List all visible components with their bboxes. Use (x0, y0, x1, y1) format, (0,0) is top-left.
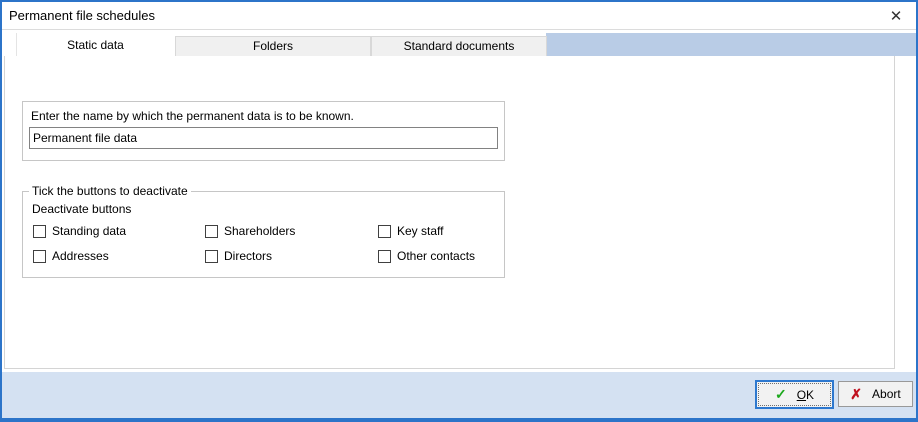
checkbox-directors[interactable]: Directors (205, 249, 272, 263)
permanent-data-name-input[interactable] (29, 127, 498, 149)
checkbox-addresses[interactable]: Addresses (33, 249, 109, 263)
checkbox-label: Shareholders (224, 224, 296, 238)
abort-button[interactable]: ✗ Abort (838, 381, 913, 407)
checkbox-box[interactable] (378, 224, 391, 238)
ok-check-icon: ✓ (774, 386, 787, 402)
checkbox-label: Key staff (397, 224, 444, 238)
checkbox-box[interactable] (33, 224, 46, 238)
tab-bar-filler (546, 33, 916, 56)
abort-x-icon: ✗ (850, 385, 863, 402)
checkbox-label: Directors (224, 249, 273, 263)
checkbox-label: Addresses (52, 249, 109, 263)
window-title: Permanent file schedules (9, 8, 155, 23)
checkbox-box[interactable] (378, 249, 391, 263)
tab-standard-documents[interactable]: Standard documents (371, 36, 547, 56)
checkbox-shareholders[interactable]: Shareholders (205, 224, 295, 238)
checkbox-box[interactable] (33, 249, 46, 263)
tab-static-data[interactable]: Static data (16, 33, 174, 56)
footer-bar: ✓ OK ✗ Abort (2, 372, 916, 418)
deactivate-heading: Deactivate buttons (32, 202, 132, 216)
tab-bar: Static data Folders Standard documents (2, 31, 916, 56)
name-prompt-label: Enter the name by which the permanent da… (31, 109, 354, 123)
tab-panel-static-data: Enter the name by which the permanent da… (4, 56, 895, 369)
deactivate-groupbox-legend: Tick the buttons to deactivate (29, 184, 191, 198)
checkbox-box[interactable] (205, 249, 218, 263)
checkbox-label: Standing data (52, 224, 127, 238)
dialog-window: Permanent file schedules ✕ Static data F… (0, 0, 918, 422)
ok-button-label: OK (796, 387, 815, 402)
deactivate-groupbox: Tick the buttons to deactivate Deactivat… (22, 184, 505, 278)
tab-folders[interactable]: Folders (175, 36, 371, 56)
close-icon[interactable]: ✕ (876, 2, 916, 29)
abort-button-label: Abort (872, 387, 901, 401)
checkbox-other-contacts[interactable]: Other contacts (378, 249, 475, 263)
checkbox-standing-data[interactable]: Standing data (33, 224, 126, 238)
checkbox-key-staff[interactable]: Key staff (378, 224, 443, 238)
checkbox-box[interactable] (205, 224, 218, 238)
name-groupbox: Enter the name by which the permanent da… (22, 101, 505, 161)
checkbox-label: Other contacts (397, 249, 476, 263)
ok-button[interactable]: ✓ OK (755, 380, 834, 409)
title-bar: Permanent file schedules ✕ (2, 2, 916, 30)
